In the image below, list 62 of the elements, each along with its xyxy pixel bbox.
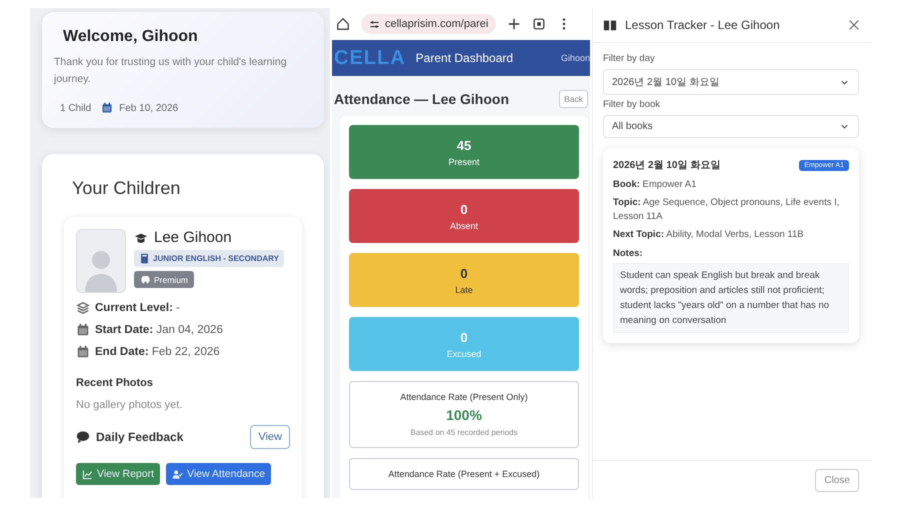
calendar-icon	[101, 102, 114, 114]
line-chart-icon	[82, 468, 93, 480]
program-label: JUNIOR ENGLISH - SECONDARY	[153, 254, 279, 263]
detail-text: End Date: Feb 22, 2026	[95, 346, 220, 358]
close-button[interactable]: Close	[815, 469, 859, 492]
rate-title: Attendance Rate (Present + Excused)	[388, 469, 540, 479]
feedback-title: Daily Feedback	[96, 430, 184, 444]
plan-label: Premium	[154, 274, 188, 284]
dashboard-title: Parent Dashboard	[416, 51, 514, 65]
close-icon[interactable]	[847, 18, 861, 32]
notes-label: Notes:	[613, 248, 644, 259]
stat-count: 45	[456, 138, 472, 152]
stat-label: Absent	[450, 220, 478, 230]
lesson-field: Topic: Age Sequence, Object pronouns, Life events I, Lesson 11A	[613, 196, 849, 224]
address-bar[interactable]: cellaprisim.com/parei	[361, 14, 496, 34]
action-button[interactable]: View Report	[76, 463, 160, 485]
child-count: 1 Child	[60, 102, 92, 114]
filter-label: Filter by day	[603, 53, 656, 64]
panel-title: Lesson Tracker - Lee Gihoon	[625, 18, 781, 32]
tune-icon	[369, 18, 380, 30]
calendar-icon	[76, 345, 90, 359]
welcome-message: Thank you for trusting us with your child's learning journey.	[54, 55, 288, 87]
rate-note: Based on 45 recorded periods	[410, 428, 518, 437]
lesson-field: Next Topic: Ability, Modal Verbs, Lesson 11B	[613, 228, 849, 242]
filter-label: Filter by book	[603, 99, 662, 110]
detail-text: Start Date: Jan 04, 2026	[95, 324, 223, 336]
stat-label: Excused	[446, 348, 482, 358]
photo-placeholder	[76, 229, 126, 293]
chat-bubble-icon	[76, 430, 90, 444]
stat-count: 0	[460, 202, 468, 216]
user-name[interactable]: Gihoon	[560, 53, 590, 63]
child-name: Lee Gihoon	[154, 229, 232, 246]
back-button[interactable]: Back	[559, 90, 588, 108]
book-icon	[139, 253, 150, 264]
stat-label: Present	[448, 156, 480, 166]
lesson-field: Book: Empower A1	[613, 178, 849, 192]
welcome-title: Welcome, Gihoon	[63, 28, 199, 46]
calendar-icon	[76, 323, 90, 337]
rate-value: 100%	[446, 407, 482, 423]
section-title: Your Children	[72, 178, 182, 199]
detail-text: Current Level: -	[95, 302, 180, 314]
dropdown[interactable]: 2026년 2월 10일 화요일	[603, 69, 859, 95]
plus-icon[interactable]	[507, 17, 522, 31]
view-button[interactable]: View	[250, 425, 290, 449]
home-icon[interactable]	[336, 17, 350, 31]
rate-title: Attendance Rate (Present Only)	[400, 392, 528, 402]
notes-text: Student can speak English but break and break words; preposition and articles still not proficient; student lacks "years old" on a number that has no meaning on conversation	[613, 263, 849, 333]
book-icon	[603, 18, 617, 32]
lesson-date: 2026년 2월 10일 화요일	[613, 159, 720, 172]
user-check-icon	[172, 468, 184, 480]
stat-count: 0	[460, 330, 468, 344]
stat-label: Late	[455, 284, 473, 294]
welcome-date: Feb 10, 2026	[119, 102, 178, 114]
action-button[interactable]: View Attendance	[166, 463, 272, 485]
stat-count: 0	[460, 266, 468, 280]
empty-photos-message: No gallery photos yet.	[76, 399, 184, 411]
page-title: Attendance — Lee Gihoon	[334, 91, 510, 107]
graduation-cap-icon	[134, 230, 148, 244]
photos-title: Recent Photos	[76, 377, 154, 389]
layers-icon	[76, 301, 90, 315]
dropdown[interactable]: All books	[603, 115, 859, 138]
tabs-icon[interactable]	[532, 17, 546, 31]
